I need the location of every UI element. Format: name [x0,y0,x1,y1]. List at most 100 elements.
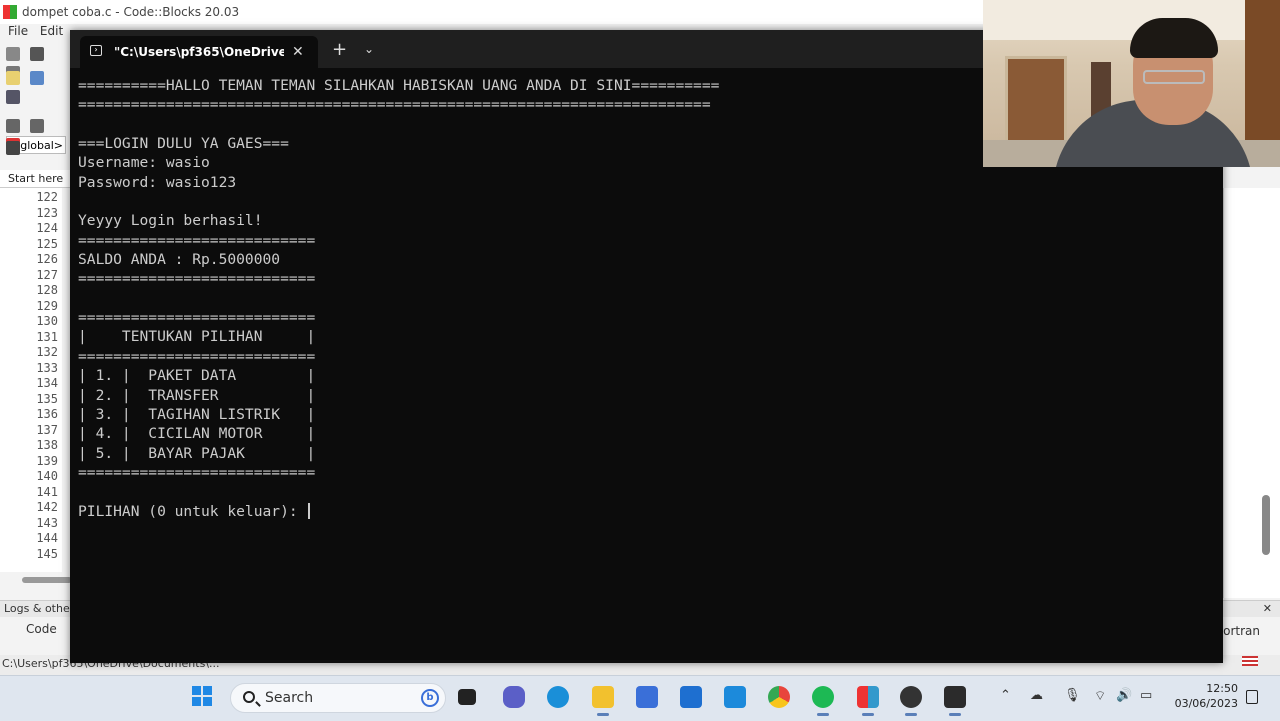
tab-dropdown-icon[interactable]: ⌄ [364,42,374,56]
line-number: 127 [36,267,58,282]
webcam-overlay [983,0,1280,167]
cloud-icon[interactable]: ☁ [1030,688,1043,703]
webcam-person-glasses [1143,70,1205,84]
line-number: 134 [36,376,58,390]
terminal-line-text: =========================== [78,347,316,365]
back-arrow-icon[interactable] [6,119,20,133]
mail-icon[interactable] [680,686,702,708]
terminal-line-text: ========================================… [78,96,711,114]
chrome-icon[interactable] [768,686,790,708]
webcam-door [1005,56,1067,152]
logs-panel-title: Logs & others [4,602,80,615]
show-hidden-icons-icon[interactable]: ⌃ [1000,688,1011,703]
settings-icon[interactable] [6,47,20,61]
us-flag-icon [1242,656,1258,666]
codeblocks-toolbar: <global> [0,42,70,162]
terminal-line: | TENTUKAN PILIHAN | [78,327,1208,346]
line-number-gutter: 122 123 124 125 126 127 128 129 130 131 132 133 134 1… [0,188,62,572]
windows-start-icon[interactable] [192,686,212,706]
taskbar-search[interactable]: Search b [230,683,446,713]
line-number: 139 [36,453,58,468]
new-tab-button[interactable]: + [332,40,347,60]
terminal-line: =========================== [78,463,1208,482]
terminal-line: PILIHAN (0 untuk keluar): [78,502,1208,521]
terminal-line: | 5. | BAYAR PAJAK | [78,444,1208,463]
terminal-line-text: | 5. | BAYAR PAJAK | [78,444,316,462]
run-icon[interactable] [30,47,45,61]
tab-code[interactable]: Code [26,622,57,636]
open-file-icon[interactable] [30,71,45,85]
line-number: 126 [36,252,58,266]
codeblocks-menubar: File Edit [0,24,63,42]
line-number: 142 [36,500,58,514]
terminal-line-text: =========================== [78,231,316,249]
terminal-line: Yeyyy Login berhasil! [78,211,1208,230]
terminal-line: =========================== [78,308,1208,327]
store-icon[interactable] [636,686,658,708]
obs-icon[interactable] [900,686,922,716]
line-number: 145 [36,546,58,561]
search-icon [243,691,255,703]
codeblocks-title: dompet coba.c - Code::Blocks 20.03 [22,5,240,19]
horizontal-scrollbar[interactable] [22,577,72,583]
terminal-line: Password: wasio123 [78,173,1208,192]
terminal-line: | 1. | PAKET DATA | [78,366,1208,385]
new-file-icon[interactable] [6,71,20,85]
forward-arrow-icon[interactable] [30,119,45,133]
codeblocks-logo-icon [3,5,17,19]
save-icon[interactable] [6,90,20,104]
terminal-line-text: SALDO ANDA : Rp.5000000 [78,251,281,269]
line-number: 144 [36,531,58,545]
clock-time: 12:50 [1206,682,1238,695]
taskbar: Search b ⌃ ☁ 🎙 ⌔ 🔊 ▭ 12:50 03/06/2023 [0,675,1280,721]
notification-icon[interactable] [1246,690,1258,704]
terminal-line: | 2. | TRANSFER | [78,386,1208,405]
terminal-line-text: Username: wasio [78,154,210,172]
tab-fortran[interactable]: Fortran [1217,624,1260,638]
line-number: 136 [36,407,58,421]
wifi-icon[interactable]: ⌔ [1094,688,1106,704]
microphone-icon[interactable]: 🎙 [1064,688,1081,703]
vertical-scrollbar[interactable] [1262,495,1270,555]
line-number: 140 [36,469,58,483]
l-app-icon[interactable] [724,686,746,708]
menu-edit[interactable]: Edit [40,24,63,38]
line-number: 137 [36,422,58,437]
tab-start-here[interactable]: Start here [0,170,70,188]
terminal-tab[interactable]: › "C:\Users\pf365\OneDrive\Dc ✕ [80,36,318,68]
terminal-line-text: =========================== [78,463,316,481]
menu-file[interactable]: File [8,24,28,38]
editor-right-area [1223,188,1280,598]
close-tab-icon[interactable]: ✕ [292,36,304,68]
volume-icon[interactable]: 🔊 [1116,688,1132,703]
terminal-line-text: Password: wasio123 [78,173,237,191]
line-number: 138 [36,438,58,452]
terminal-line-text: | 1. | PAKET DATA | [78,367,316,385]
terminal-line-text: =========================== [78,309,316,327]
terminal-tab-title: "C:\Users\pf365\OneDrive\Dc [114,45,284,59]
line-number: 143 [36,515,58,530]
terminal-icon[interactable] [944,686,966,716]
spotify-icon[interactable] [812,686,834,716]
terminal-line: SALDO ANDA : Rp.5000000 [78,250,1208,269]
bing-icon[interactable]: b [421,689,439,707]
logs-close-icon[interactable]: ✕ [1259,601,1272,617]
line-number: 123 [36,205,58,220]
codeblocks-icon[interactable] [857,686,879,716]
terminal-tab-icon: › [90,45,102,56]
taskbar-clock[interactable]: 12:50 03/06/2023 [1168,681,1238,711]
battery-icon[interactable]: ▭ [1140,688,1152,703]
terminal-line-text: | TENTUKAN PILIHAN | [78,328,316,346]
clock-date: 03/06/2023 [1174,697,1238,710]
teams-chat-icon[interactable] [503,686,525,708]
terminal-line-text: | 2. | TRANSFER | [78,386,316,404]
terminal-line: | 3. | TAGIHAN LISTRIK | [78,405,1208,424]
terminal-line-text: ==========HALLO TEMAN TEMAN SILAHKAN HAB… [78,77,720,94]
search-label: Search [265,690,314,706]
edge-icon[interactable] [547,686,569,708]
task-view-icon[interactable] [458,689,476,705]
clear-search-icon[interactable] [6,141,20,155]
file-explorer-icon[interactable] [592,686,614,716]
terminal-line: =========================== [78,347,1208,366]
